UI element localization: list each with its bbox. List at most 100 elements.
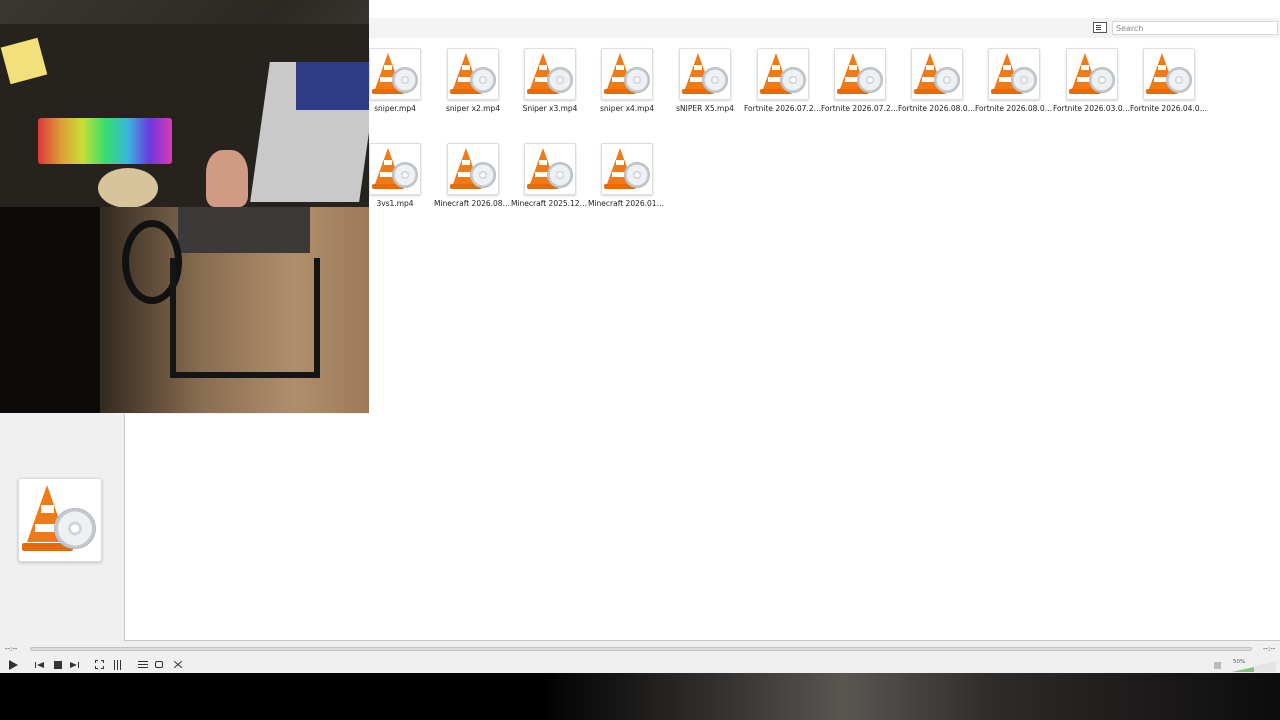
vlc-cone-icon (369, 143, 421, 195)
cone-stripe (616, 65, 624, 70)
disc-shape (1011, 67, 1037, 93)
hand-on-mouse (206, 150, 248, 207)
media-item[interactable]: Minecraft 2025.12.06... (511, 143, 589, 208)
media-item[interactable]: sniper x4.mp4 (588, 48, 666, 113)
disc-shape (547, 67, 573, 93)
previous-icon[interactable] (34, 659, 46, 671)
media-item[interactable]: Minecraft 2026.01.26... (588, 143, 666, 208)
vlc-cone-icon (834, 48, 886, 100)
vlc-cone-icon (601, 48, 653, 100)
title-strip (369, 0, 1280, 18)
media-item[interactable]: sniper x2.mp4 (434, 48, 512, 113)
media-item-label: Sniper x3.mp4 (522, 104, 578, 113)
cone-stripe (384, 160, 392, 165)
media-item[interactable]: Fortnite 2026.07.23 -... (744, 48, 822, 113)
disc-shape (547, 162, 573, 188)
volume-percent: 50% (1233, 659, 1246, 665)
next-icon[interactable] (69, 659, 81, 671)
cone-stripe (462, 160, 470, 165)
cone-stripe (539, 65, 547, 70)
media-item-label: Fortnite 2026.07.23 -... (744, 104, 822, 113)
disc-shape (780, 67, 806, 93)
cone-stripe (1081, 65, 1089, 70)
media-item[interactable]: Sniper x3.mp4 (511, 48, 589, 113)
media-item[interactable]: Fortnite 2026.08.08 -... (975, 48, 1053, 113)
disc-shape (934, 67, 960, 93)
media-item-label: Fortnite 2026.04.08 -... (1130, 104, 1208, 113)
vlc-cone-icon (1066, 48, 1118, 100)
vlc-cone-icon (1143, 48, 1195, 100)
cone-stripe (772, 65, 780, 70)
album-art-vlc-cone-icon (18, 478, 102, 562)
food-plate (98, 168, 158, 208)
media-library-grid: sniper.mp4 sniper x2.mp4 Sniper x3.mp4 s… (369, 38, 1280, 414)
cone-stripe (694, 65, 702, 70)
disc-shape (1166, 67, 1192, 93)
video-preview[interactable] (0, 0, 369, 413)
media-item[interactable]: Fortnite 2026.07.28 -... (821, 48, 899, 113)
cone-stripe (384, 65, 392, 70)
media-item-label: sNIPER X5.mp4 (676, 104, 734, 113)
play-icon[interactable] (7, 659, 19, 671)
vlc-cone-icon (447, 143, 499, 195)
playlist-icon[interactable] (137, 659, 149, 671)
background-video-strip (0, 673, 1280, 720)
monitor (178, 207, 310, 253)
cone-stripe (1158, 65, 1166, 70)
media-item[interactable]: sNIPER X5.mp4 (666, 48, 744, 113)
cone-stripe (539, 160, 547, 165)
media-item[interactable]: Minecraft 2026.08.09... (434, 143, 512, 208)
speaker-icon[interactable] (1214, 662, 1221, 669)
disc-shape (54, 507, 96, 550)
shuffle-icon[interactable] (172, 659, 184, 671)
media-item-label: Minecraft 2026.01.26... (588, 199, 666, 208)
vlc-window: sniper.mp4 sniper x2.mp4 Sniper x3.mp4 s… (0, 0, 1280, 673)
disc-shape (470, 162, 496, 188)
cone-stripe (41, 504, 55, 513)
vlc-cone-icon (447, 48, 499, 100)
vlc-cone-icon (524, 143, 576, 195)
divider (124, 640, 1280, 641)
vlc-cone-icon (988, 48, 1040, 100)
cone-stripe (616, 160, 624, 165)
vlc-cone-icon (601, 143, 653, 195)
fullscreen-icon[interactable] (94, 659, 106, 671)
vlc-cone-icon (757, 48, 809, 100)
media-item[interactable]: Fortnite 2026.04.08 -... (1130, 48, 1208, 113)
rgb-keyboard (38, 118, 172, 164)
disc-shape (702, 67, 728, 93)
search-input[interactable] (1112, 21, 1278, 35)
media-item-label: Minecraft 2025.12.06... (511, 199, 589, 208)
content-area (124, 414, 1280, 641)
disc-shape (392, 67, 418, 93)
media-item-label: Fortnite 2026.07.28 -... (821, 104, 899, 113)
vlc-cone-icon (369, 48, 421, 100)
disc-shape (392, 162, 418, 188)
time-total: --:-- (1263, 645, 1276, 653)
volume-level (1232, 666, 1254, 672)
racing-rig (170, 258, 320, 378)
disc-shape (624, 162, 650, 188)
vlc-cone-icon (911, 48, 963, 100)
disc-shape (857, 67, 883, 93)
disc-shape (624, 67, 650, 93)
cone-stripe (462, 65, 470, 70)
disc-shape (1089, 67, 1115, 93)
media-item-label: sniper x4.mp4 (599, 104, 655, 113)
media-item-label: Fortnite 2026.03.08 -... (1053, 104, 1131, 113)
media-item[interactable]: Fortnite 2026.03.08 -... (1053, 48, 1131, 113)
media-item[interactable]: Fortnite 2026.08.08 -... (898, 48, 976, 113)
extended-settings-icon[interactable] (112, 659, 124, 671)
laptop-screen (296, 62, 369, 110)
media-item-label: Minecraft 2026.08.09... (434, 199, 512, 208)
stop-icon[interactable] (52, 659, 64, 671)
view-mode-icon[interactable] (1093, 22, 1107, 33)
cone-stripe (849, 65, 857, 70)
media-item-label: sniper x2.mp4 (445, 104, 501, 113)
media-item-label: Fortnite 2026.08.08 -... (898, 104, 976, 113)
seek-slider[interactable] (30, 647, 1252, 651)
vlc-cone-icon (524, 48, 576, 100)
gaming-seat (0, 207, 100, 413)
cone-stripe (926, 65, 934, 70)
loop-icon[interactable] (154, 659, 166, 671)
